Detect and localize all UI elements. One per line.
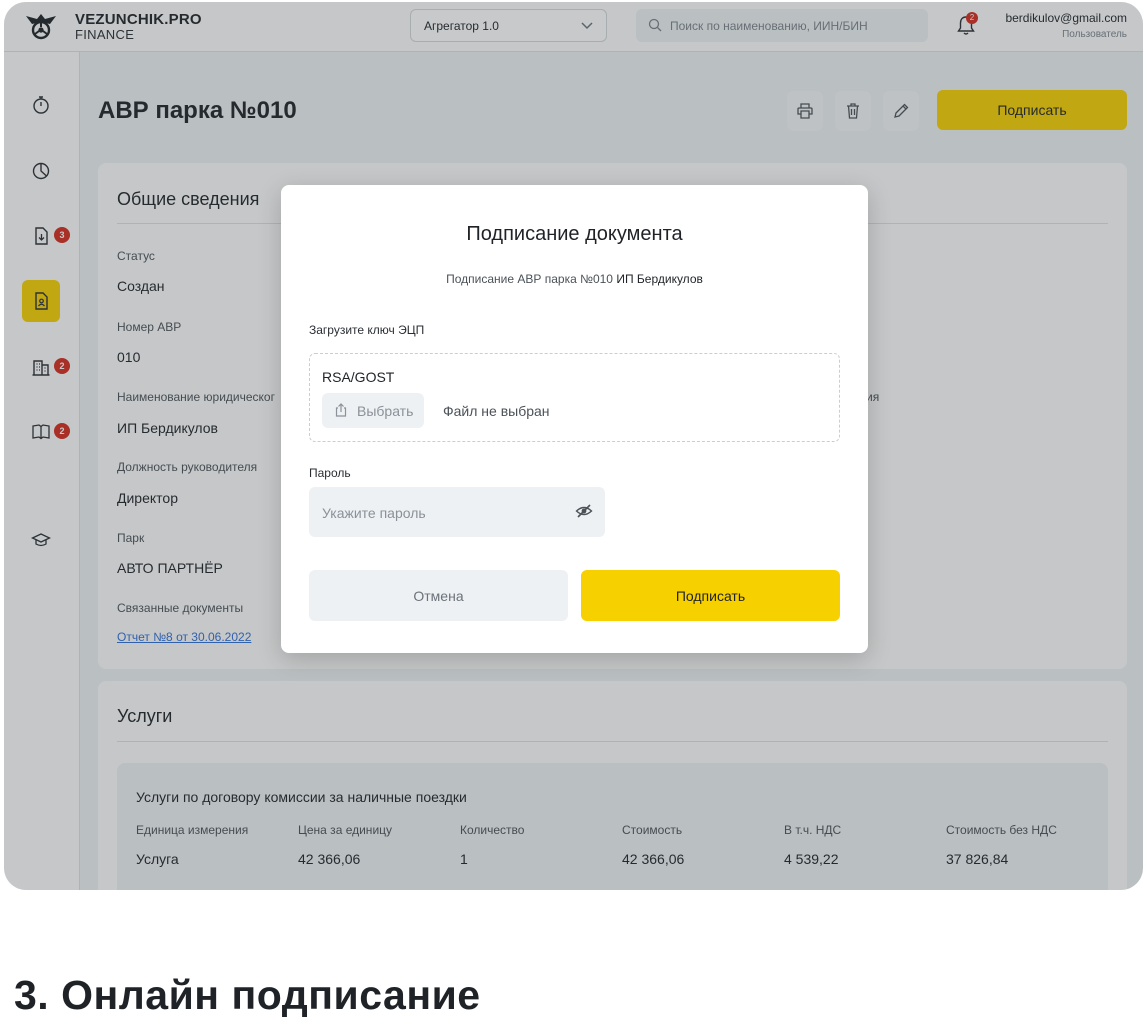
modal-subtitle: Подписание АВР парка №010 ИП Бердикулов	[281, 272, 868, 286]
choose-file-button[interactable]: Выбрать	[322, 393, 424, 428]
eye-off-icon[interactable]	[575, 502, 593, 520]
modal-subtitle-org: ИП Бердикулов	[616, 272, 703, 286]
choose-file-label: Выбрать	[357, 402, 414, 419]
key-dropzone[interactable]: RSA/GOST Выбрать Файл не выбран	[309, 353, 840, 442]
step-caption: 3. Онлайн подписание	[14, 972, 481, 1018]
file-status: Файл не выбран	[443, 403, 550, 419]
key-label: Загрузите ключ ЭЦП	[309, 323, 425, 337]
password-label: Пароль	[309, 466, 351, 480]
sign-document-modal: Подписание документа Подписание АВР парк…	[281, 185, 868, 653]
upload-icon	[335, 403, 347, 417]
cancel-button[interactable]: Отмена	[309, 570, 568, 621]
key-type: RSA/GOST	[322, 369, 395, 385]
password-input[interactable]	[322, 503, 562, 523]
confirm-sign-button[interactable]: Подписать	[581, 570, 840, 621]
modal-title: Подписание документа	[466, 223, 683, 245]
password-field	[309, 487, 605, 537]
app-window: VEZUNCHIK.PRO FINANCE Агрегатор 1.0 2 be…	[4, 2, 1143, 890]
modal-subtitle-doc: Подписание АВР парка №010	[446, 272, 613, 286]
